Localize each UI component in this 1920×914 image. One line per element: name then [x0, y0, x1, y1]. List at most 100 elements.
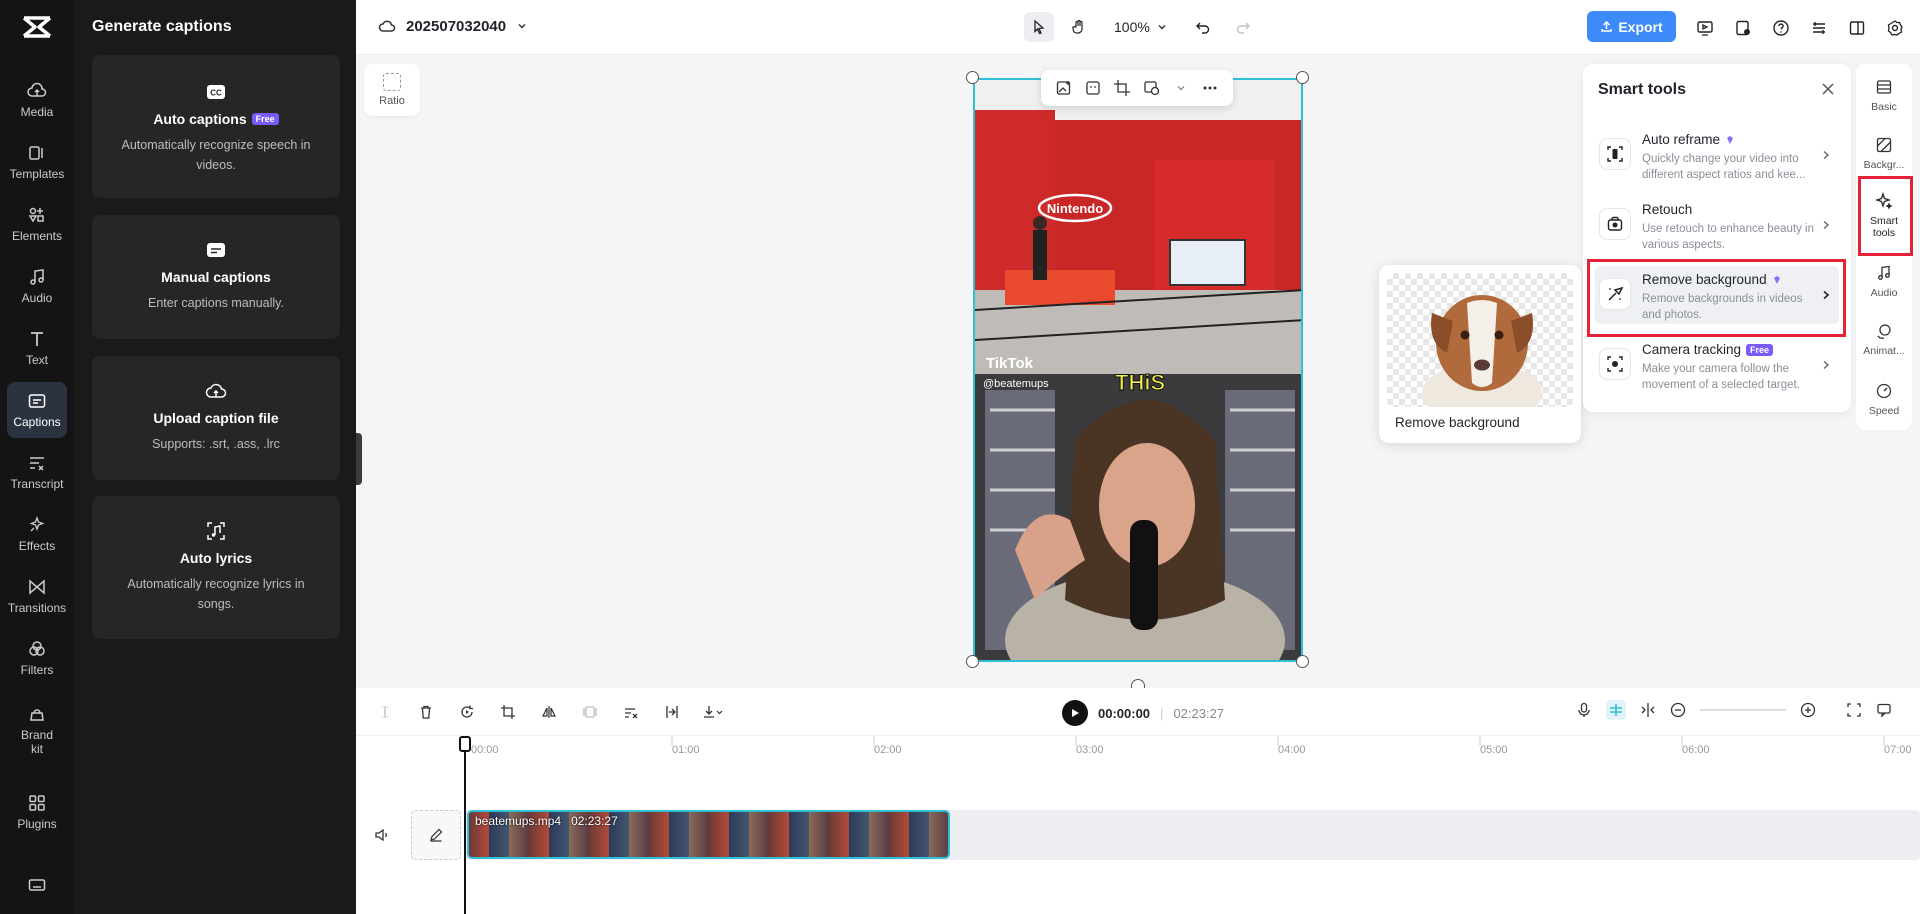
- help-button[interactable]: [1766, 13, 1796, 43]
- right-rail-background[interactable]: Backgr...: [1856, 136, 1912, 171]
- trim-button[interactable]: [659, 702, 685, 722]
- rail-item-text[interactable]: Text: [7, 320, 67, 376]
- rotate-handle[interactable]: [1131, 679, 1145, 688]
- right-rail-basic[interactable]: Basic: [1856, 78, 1912, 113]
- freeze-frame-icon: [582, 704, 598, 720]
- zoom-out-icon: [1670, 702, 1686, 718]
- fit-timeline-button[interactable]: [1846, 702, 1862, 718]
- right-rail-audio[interactable]: Audio: [1856, 264, 1912, 299]
- split-button[interactable]: [372, 702, 398, 722]
- smart-tool-auto-reframe[interactable]: Auto reframe Quickly change your video i…: [1595, 126, 1839, 184]
- project-selector[interactable]: 202507032040: [378, 17, 528, 35]
- select-tool-button[interactable]: [1024, 12, 1054, 42]
- remove-bg-dropdown[interactable]: [1171, 78, 1191, 98]
- transcript-icon: [27, 453, 47, 473]
- rail-item-effects[interactable]: Effects: [7, 506, 67, 562]
- time-ruler[interactable]: 00:00 01:00 02:00 03:00 04:00 05:00 06:0…: [356, 736, 1920, 762]
- collapse-panel-handle[interactable]: [356, 433, 362, 485]
- zoom-in-icon: [1800, 702, 1816, 718]
- zoom-in-button[interactable]: [1800, 702, 1816, 718]
- cursor-icon: [1031, 19, 1047, 35]
- timeline-zoom-slider[interactable]: [1700, 709, 1786, 711]
- video-caption-text: THiS: [1115, 370, 1165, 395]
- playhead[interactable]: [464, 736, 466, 914]
- magnet-snap-button[interactable]: [1606, 700, 1626, 720]
- cloud-icon: [378, 17, 396, 35]
- download-button[interactable]: [700, 702, 726, 722]
- monitor-play-icon: [1696, 19, 1714, 37]
- remove-background-preview: Remove background: [1379, 265, 1581, 443]
- layers-button[interactable]: [1804, 13, 1834, 43]
- svg-text:CC: CC: [210, 89, 222, 98]
- link-button[interactable]: [1640, 702, 1656, 718]
- redo-button[interactable]: [1228, 12, 1258, 42]
- rail-item-audio[interactable]: Audio: [7, 258, 67, 314]
- undo-button[interactable]: [1188, 12, 1218, 42]
- present-button[interactable]: [1690, 13, 1720, 43]
- elements-icon: [27, 205, 47, 225]
- keyboard-shortcuts-button[interactable]: [7, 872, 67, 902]
- resize-handle-bottom-right[interactable]: [1296, 655, 1309, 668]
- resize-handle-bottom-left[interactable]: [966, 655, 979, 668]
- resize-handle-top-right[interactable]: [1296, 71, 1309, 84]
- track-cover-edit-button[interactable]: [411, 810, 461, 860]
- smart-tool-retouch[interactable]: Retouch Use retouch to enhance beauty in…: [1595, 196, 1839, 254]
- feedback-button[interactable]: [1876, 702, 1892, 718]
- video-preview[interactable]: Nintendo TikTok @beatemups THiS: [973, 78, 1303, 662]
- auto-lyrics-card[interactable]: Auto lyrics Automatically recognize lyri…: [92, 496, 340, 639]
- total-time: 02:23:27: [1173, 706, 1224, 721]
- speed-curve-button[interactable]: [618, 702, 644, 722]
- flip-button[interactable]: [536, 702, 562, 722]
- hand-tool-button[interactable]: [1064, 12, 1094, 42]
- replay-button[interactable]: [454, 702, 480, 722]
- crop-button[interactable]: [1112, 78, 1132, 98]
- rail-item-plugins[interactable]: Plugins: [7, 784, 67, 840]
- transitions-icon: [27, 577, 47, 597]
- rail-item-media[interactable]: Media: [7, 72, 67, 128]
- right-rail-speed[interactable]: Speed: [1856, 382, 1912, 417]
- replace-media-button[interactable]: [1054, 78, 1074, 98]
- smart-crop-button[interactable]: [1083, 78, 1103, 98]
- timeline[interactable]: 00:00 01:00 02:00 03:00 04:00 05:00 06:0…: [356, 736, 1920, 914]
- rail-item-templates[interactable]: Templates: [7, 134, 67, 190]
- playhead-handle[interactable]: [459, 736, 471, 752]
- zoom-out-button[interactable]: [1670, 702, 1686, 718]
- rail-item-elements[interactable]: Elements: [7, 196, 67, 252]
- video-clip[interactable]: beatemups.mp4 02:23:27: [467, 810, 950, 859]
- record-voice-button[interactable]: [1576, 702, 1592, 718]
- right-rail-animation[interactable]: Animat...: [1856, 322, 1912, 357]
- close-button[interactable]: [1819, 80, 1837, 98]
- capcut-logo[interactable]: [20, 14, 54, 40]
- zoom-dropdown[interactable]: 100%: [1114, 19, 1168, 35]
- freeze-button[interactable]: [577, 702, 603, 722]
- track-volume-button[interactable]: [374, 827, 390, 843]
- crop-tool-button[interactable]: [495, 702, 521, 722]
- filters-icon: [27, 639, 47, 659]
- resize-handle-top-left[interactable]: [966, 71, 979, 84]
- ratio-button[interactable]: Ratio: [364, 64, 420, 116]
- rail-item-transitions[interactable]: Transitions: [7, 568, 67, 624]
- delete-button[interactable]: [413, 702, 439, 722]
- play-button[interactable]: [1062, 700, 1088, 726]
- zoom-value: 100%: [1114, 19, 1150, 35]
- comment-icon: [1876, 702, 1892, 718]
- ratio-label: Ratio: [379, 95, 405, 107]
- smart-tool-camera-tracking[interactable]: Camera trackingFree Make your camera fol…: [1595, 336, 1839, 394]
- rail-item-brand-kit[interactable]: Brand kit: [7, 698, 67, 762]
- rail-item-captions[interactable]: Captions: [7, 382, 67, 438]
- review-icon: [1734, 19, 1752, 37]
- rail-item-transcript[interactable]: Transcript: [7, 444, 67, 500]
- layout-button[interactable]: [1842, 13, 1872, 43]
- rail-item-filters[interactable]: Filters: [7, 630, 67, 686]
- export-button[interactable]: Export: [1587, 11, 1676, 42]
- review-button[interactable]: [1728, 13, 1758, 43]
- upload-caption-file-card[interactable]: Upload caption file Supports: .srt, .ass…: [92, 356, 340, 480]
- tool-description: Use retouch to enhance beauty in various…: [1642, 221, 1821, 253]
- highlight-smart-tools-tab: [1858, 176, 1913, 256]
- auto-captions-card[interactable]: CC Auto captionsFree Automatically recog…: [92, 55, 340, 198]
- more-options-button[interactable]: [1200, 78, 1220, 98]
- manual-captions-icon: [205, 239, 227, 261]
- remove-bg-button[interactable]: [1142, 78, 1162, 98]
- manual-captions-card[interactable]: Manual captions Enter captions manually.: [92, 215, 340, 339]
- settings-button[interactable]: [1880, 13, 1910, 43]
